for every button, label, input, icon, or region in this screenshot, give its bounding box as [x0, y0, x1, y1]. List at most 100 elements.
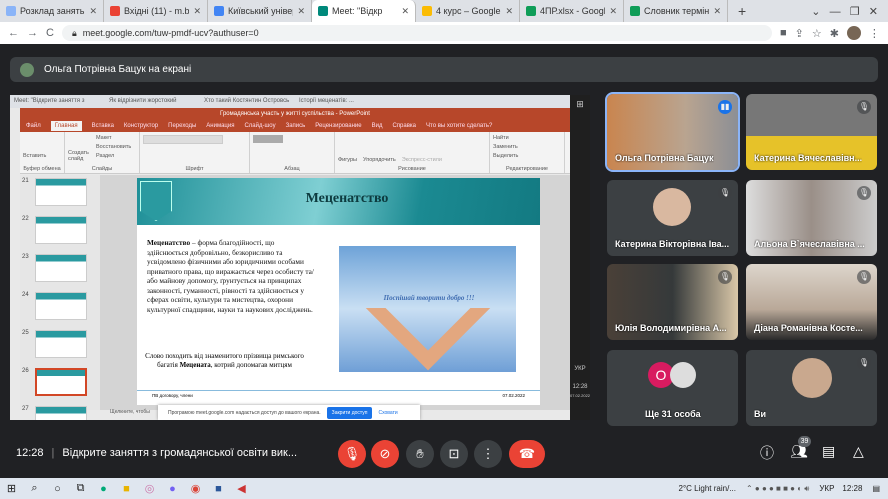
participant-tile[interactable]: 🎙︎ Ви: [746, 350, 877, 426]
close-tab-icon[interactable]: ✕: [609, 6, 617, 17]
notifications-icon[interactable]: ▤: [872, 484, 880, 493]
browser-tab-bar: Розклад занять ✕ Вхідні (11) - m.ba ✕ Київсь…: [0, 0, 888, 22]
viber-icon[interactable]: ●: [161, 483, 184, 495]
participant-tile[interactable]: О Ще 31 особа: [607, 350, 738, 426]
tab-label: Meet: "Відкр: [332, 6, 383, 16]
chat-icon[interactable]: ▤: [822, 443, 835, 460]
camera-icon[interactable]: ■: [780, 27, 787, 39]
raise-hand-button[interactable]: ✋︎: [406, 440, 434, 468]
participant-count-badge: 39: [798, 436, 811, 447]
slide-header: Меценатство: [137, 178, 540, 225]
new-tab-button[interactable]: +: [728, 3, 756, 19]
url-input[interactable]: 🔒︎ meet.google.com/tuw-pmdf-ucv?authuser=…: [61, 25, 772, 41]
participant-tile[interactable]: 🎙︎ Діана Романівна Косте...: [746, 264, 877, 340]
activities-icon[interactable]: △: [853, 443, 864, 460]
screen-share-notice: Програмою meet.google.com надається дост…: [158, 405, 420, 420]
participant-tile[interactable]: ▮▮ Ольга Потрівна Бацук: [605, 92, 740, 172]
slide-thumbnails: 21 22 23 24 25 26 27: [20, 175, 100, 420]
present-button[interactable]: ⊡: [440, 440, 468, 468]
sound-app-icon[interactable]: ◀: [230, 482, 253, 495]
favicon-icon: [214, 6, 224, 16]
browser-tab[interactable]: Вхідні (11) - m.ba ✕: [104, 0, 208, 22]
speaking-indicator-icon: ▮▮: [718, 100, 732, 114]
participant-name: Ви: [754, 409, 767, 419]
group-label: Шрифт: [185, 166, 204, 172]
info-icon[interactable]: ⓘ: [760, 443, 774, 463]
hide-button[interactable]: Сховати: [378, 410, 397, 416]
close-tab-icon[interactable]: ✕: [401, 6, 409, 17]
browser-tab[interactable]: Розклад занять ✕: [0, 0, 104, 22]
close-tab-icon[interactable]: ✕: [297, 6, 305, 17]
reload-icon[interactable]: C: [46, 27, 54, 39]
slide-canvas: Меценатство Меценатство – форма благодій…: [100, 175, 570, 410]
opera-icon[interactable]: ◎: [138, 482, 161, 495]
slide-number: 27: [22, 406, 29, 412]
slide-number: 24: [22, 292, 29, 298]
slide-title: Меценатство: [305, 191, 389, 206]
menu-icon[interactable]: ⋮: [869, 27, 880, 40]
forward-icon[interactable]: →: [27, 27, 38, 39]
participant-name: Ще 31 особа: [645, 409, 701, 419]
tray-time: 12:28: [572, 384, 588, 390]
bookmark-star-icon[interactable]: ☆: [812, 27, 822, 40]
close-tab-icon[interactable]: ✕: [193, 6, 201, 17]
browser-tab[interactable]: 4 курс – Google ✕: [416, 0, 520, 22]
participant-tile[interactable]: 🎙︎ Катерина Вікторівна Іва...: [607, 180, 738, 256]
close-tab-icon[interactable]: ✕: [713, 6, 721, 17]
stop-sharing-button[interactable]: Закрити доступ: [326, 406, 373, 419]
participant-name: Катерина Вікторівна Іва...: [615, 239, 730, 249]
word-icon[interactable]: ■: [207, 483, 230, 495]
extensions-icon[interactable]: ✱: [830, 27, 839, 40]
back-icon[interactable]: ←: [8, 27, 19, 39]
cortana-icon[interactable]: ○: [46, 483, 69, 495]
slide-thumbnail: [35, 406, 87, 420]
camera-off-button[interactable]: ⊘: [371, 440, 399, 468]
close-tab-icon[interactable]: ✕: [89, 6, 97, 17]
favicon-icon: [110, 6, 120, 16]
slide-thumbnail: [35, 254, 87, 282]
task-view-icon[interactable]: ⧉: [69, 482, 92, 495]
browser-tab[interactable]: Meet: "Відкр ✕: [312, 0, 416, 22]
mic-off-button[interactable]: 🎙︎: [338, 440, 366, 468]
mic-muted-icon: 🎙︎: [857, 100, 871, 114]
close-tab-icon[interactable]: ✕: [505, 6, 513, 17]
more-options-button[interactable]: ⋮: [474, 440, 502, 468]
university-logo: [140, 181, 172, 221]
meeting-title: Відкрите заняття з громадянської освіти …: [62, 447, 298, 459]
group-label: Абзац: [284, 166, 300, 172]
slide-number: 21: [22, 178, 29, 184]
footer-date: 07.02.2022: [502, 393, 525, 398]
ribbon-group-font: Шрифт: [140, 132, 250, 173]
ribbon-group-drawing: Фигуры Упорядочить Экспресс-стили Рисование: [335, 132, 490, 173]
replace-button: Заменить: [493, 144, 518, 150]
file-explorer-icon[interactable]: ■: [115, 483, 138, 495]
inner-tab: Meet: "Відкрите заняття з: [14, 98, 85, 104]
window-controls[interactable]: ⌄ — ❐ ✕: [811, 5, 878, 18]
browser-tab[interactable]: Словник термін ✕: [624, 0, 728, 22]
browser-tab[interactable]: 4ПР.xlsx - Googl ✕: [520, 0, 624, 22]
search-icon[interactable]: ⌕: [23, 482, 46, 495]
participant-name: Альона В`ячеславівна ...: [754, 239, 865, 249]
edge-icon[interactable]: ●: [92, 483, 115, 495]
participant-tile[interactable]: 🎙︎ Альона В`ячеславівна ...: [746, 180, 877, 256]
camera-off-icon: ⊘: [379, 446, 391, 461]
browser-tab[interactable]: Київський універ ✕: [208, 0, 312, 22]
clock[interactable]: 12:28: [842, 484, 862, 493]
notes-hint: Щелкните, чтобы: [110, 409, 150, 415]
language-indicator[interactable]: УКР: [819, 484, 834, 493]
profile-avatar[interactable]: [846, 26, 861, 40]
chrome-icon[interactable]: ◉: [184, 482, 207, 495]
participant-tile[interactable]: 🎙︎ Юлія Володимирівна А...: [607, 264, 738, 340]
new-slide-button: Создать слайд: [68, 150, 89, 162]
slide-thumbnail: [35, 330, 87, 358]
slide-number: 23: [22, 254, 29, 260]
windows-start-icon[interactable]: ⊞: [0, 482, 23, 495]
section-button: Раздел: [96, 153, 115, 159]
tray-icons[interactable]: ⌃ ● ● ● ■ ■ ● ◐ 🔊︎: [746, 484, 809, 494]
slide-note: Слово походить від знаменитого прізвища …: [137, 352, 312, 370]
participant-tile[interactable]: 🎙︎ Катерина Вячеславівн...: [746, 94, 877, 170]
share-icon[interactable]: ⇪: [795, 27, 804, 40]
inner-tab: Як відрізнити жорстокий: [109, 98, 177, 104]
weather-widget[interactable]: 2°C Light rain/...: [679, 484, 736, 493]
leave-call-button[interactable]: ☎︎: [509, 440, 545, 468]
